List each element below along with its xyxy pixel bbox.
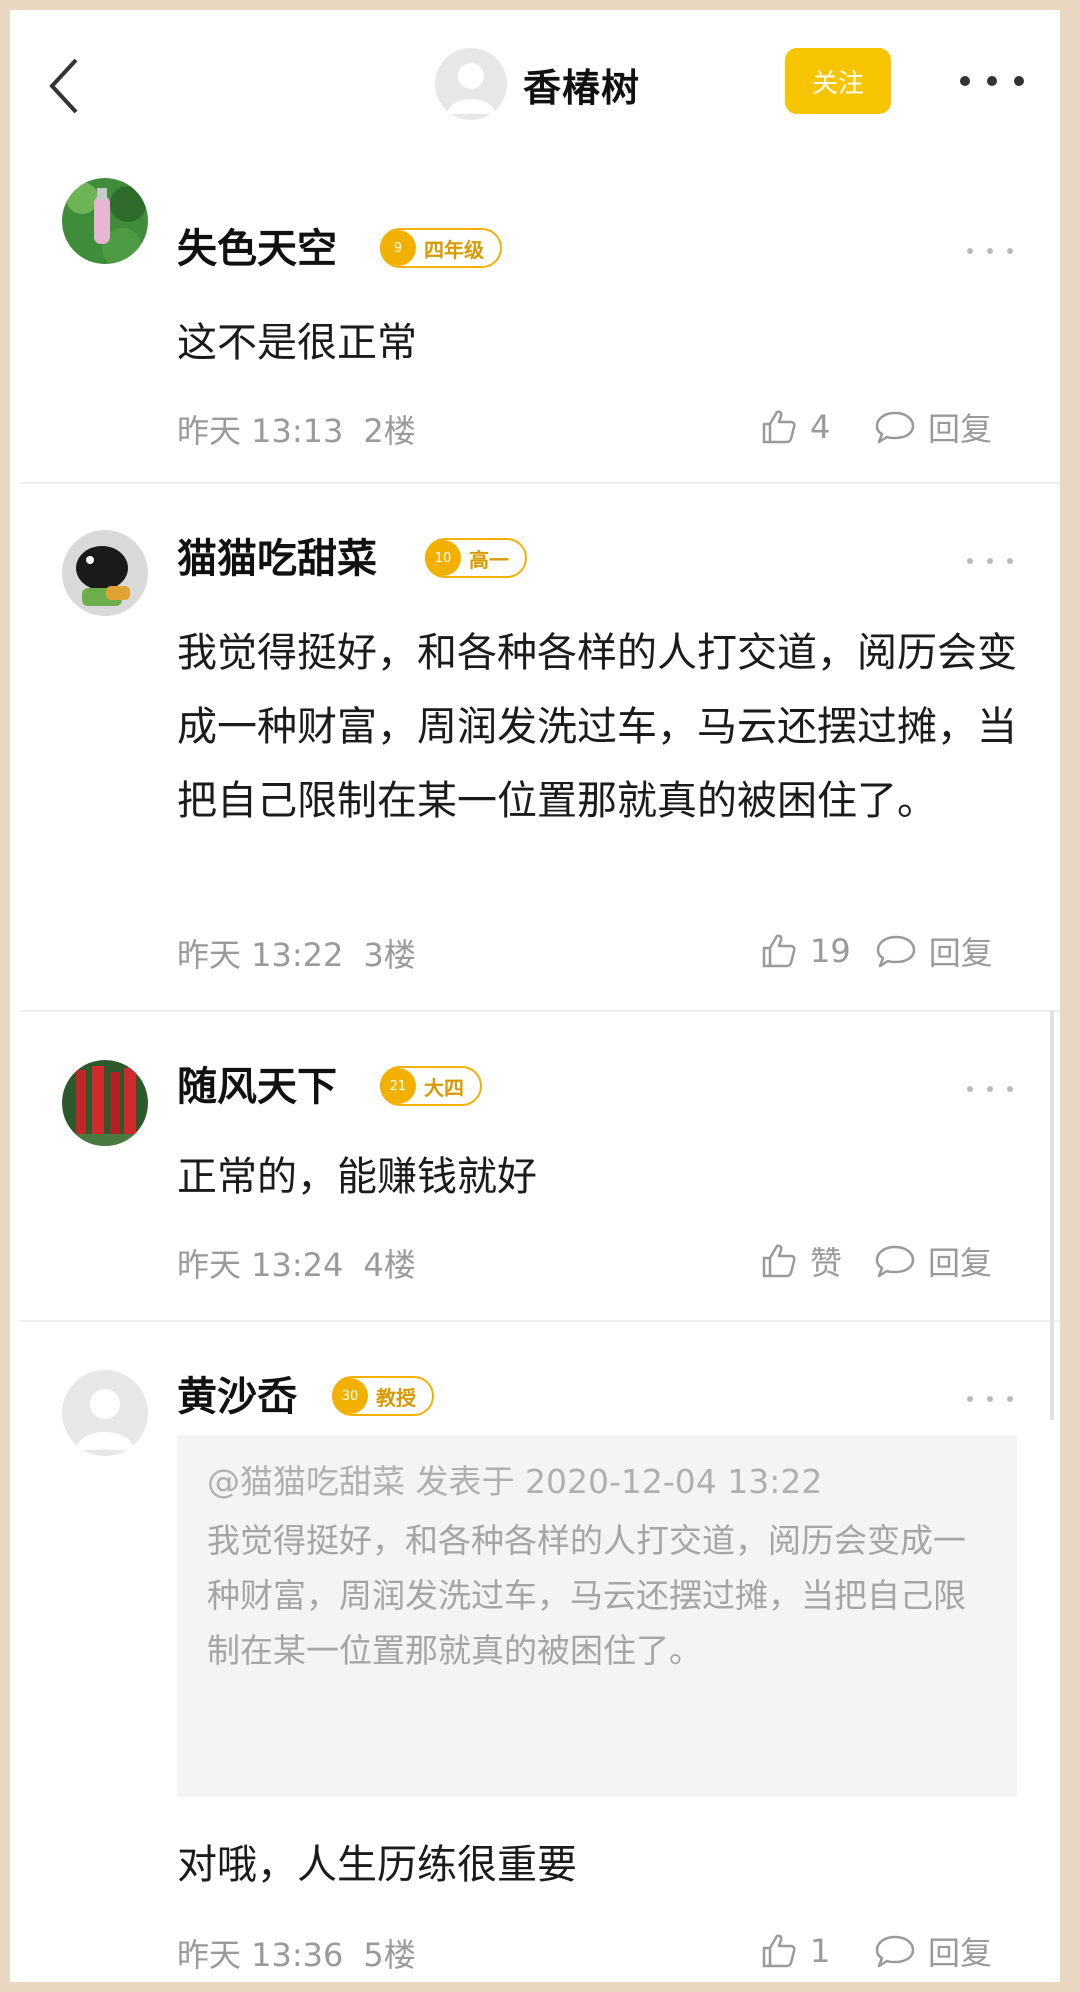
reply-label: 回复 <box>928 934 993 972</box>
commenter-name[interactable]: 黄沙岙 <box>177 1364 297 1422</box>
comment-text: 这不是很正常 <box>177 320 417 366</box>
comment-actions: 4 回复 <box>760 404 992 450</box>
follow-button[interactable]: 关注 <box>785 48 891 114</box>
divider <box>20 1010 1060 1012</box>
thumbs-up-icon <box>762 1244 796 1278</box>
reply-button[interactable]: 回复 <box>874 404 992 450</box>
level-label: 高一 <box>469 547 509 572</box>
more-icon[interactable] <box>967 248 1013 254</box>
comment-actions: 赞 回复 <box>760 1238 992 1284</box>
reply-button[interactable]: 回复 <box>874 1238 992 1284</box>
like-count: 1 <box>810 1932 831 1970</box>
more-icon[interactable] <box>967 558 1013 564</box>
comment-time: 昨天 13:36 <box>177 1936 344 1974</box>
scrollbar[interactable] <box>1050 1010 1054 1420</box>
thumbs-up-icon <box>762 1934 796 1968</box>
comment-time: 昨天 13:24 <box>177 1246 344 1284</box>
medal-icon: 9 <box>380 230 416 266</box>
level-badge: 10 高一 <box>425 538 527 578</box>
commenter-name[interactable]: 随风天下 <box>177 1054 337 1112</box>
level-badge: 9 四年级 <box>380 228 502 268</box>
level-label: 四年级 <box>424 237 484 262</box>
commenter-name[interactable]: 失色天空 <box>177 216 337 274</box>
comment-bubble-icon <box>875 1245 915 1278</box>
comment-bubble-icon <box>876 935 915 968</box>
reply-label: 回复 <box>928 1244 993 1282</box>
comment-time: 昨天 13:13 <box>177 412 344 450</box>
thumbs-up-icon <box>762 934 796 968</box>
like-count: 赞 <box>810 1244 843 1282</box>
top-bar: 香椿树 关注 <box>10 10 1060 160</box>
default-avatar-icon <box>76 1389 134 1450</box>
post-author-name: 香椿树 <box>523 65 641 110</box>
quoted-comment: @猫猫吃甜菜 发表于 2020-12-04 13:22 我觉得挺好，和各种各样的… <box>177 1435 1017 1797</box>
avatar[interactable] <box>62 178 148 264</box>
comment-meta: 昨天 13:24 4楼 <box>177 1240 416 1286</box>
reply-button[interactable]: 回复 <box>875 928 993 974</box>
more-icon[interactable] <box>967 1396 1013 1402</box>
comment-page: 香椿树 关注 失色天空 9 四年级 这不是很正常 昨天 13:13 2楼 4 回… <box>10 10 1060 1982</box>
comment-meta: 昨天 13:22 3楼 <box>177 930 416 976</box>
quote-header: @猫猫吃甜菜 发表于 2020-12-04 13:22 <box>207 1462 823 1501</box>
reply-button[interactable]: 回复 <box>874 1928 992 1974</box>
comment-bubble-icon <box>875 411 915 444</box>
like-button[interactable]: 赞 <box>760 1238 850 1284</box>
medal-icon: 30 <box>332 1378 368 1414</box>
post-author[interactable]: 香椿树 <box>435 44 640 124</box>
like-count: 19 <box>810 932 851 970</box>
comment-actions: 19 回复 <box>760 928 993 974</box>
more-icon[interactable] <box>967 1086 1013 1092</box>
avatar[interactable] <box>435 48 507 120</box>
comment-text: 正常的，能赚钱就好 <box>177 1154 537 1200</box>
level-badge: 30 教授 <box>332 1376 434 1416</box>
default-avatar-icon <box>447 63 495 114</box>
reply-label: 回复 <box>928 410 993 448</box>
comment-text: 对哦，人生历练很重要 <box>177 1842 577 1888</box>
more-icon[interactable] <box>960 66 1024 96</box>
like-button[interactable]: 1 <box>760 1932 850 1970</box>
comment-meta: 昨天 13:36 5楼 <box>177 1930 416 1976</box>
floor-number: 2楼 <box>363 412 416 450</box>
comment-bubble-icon <box>875 1935 915 1968</box>
avatar[interactable] <box>62 1370 148 1456</box>
level-label: 大四 <box>424 1075 464 1100</box>
quote-text: 我觉得挺好，和各种各样的人打交道，阅历会变成一种财富，周润发洗过车，马云还摆过摊… <box>207 1521 966 1670</box>
divider <box>20 1320 1060 1322</box>
floor-number: 5楼 <box>363 1936 416 1974</box>
medal-icon: 10 <box>425 540 461 576</box>
comment-actions: 1 回复 <box>760 1928 992 1974</box>
divider <box>20 482 1060 484</box>
avatar[interactable] <box>62 530 148 616</box>
like-button[interactable]: 4 <box>760 408 850 446</box>
like-count: 4 <box>810 408 831 446</box>
commenter-name[interactable]: 猫猫吃甜菜 <box>177 526 377 584</box>
reply-label: 回复 <box>928 1934 993 1972</box>
thumbs-up-icon <box>762 410 796 444</box>
avatar[interactable] <box>62 1060 148 1146</box>
comment-time: 昨天 13:22 <box>177 936 344 974</box>
level-badge: 21 大四 <box>380 1066 482 1106</box>
back-arrow-icon[interactable] <box>38 50 94 122</box>
floor-number: 3楼 <box>363 936 416 974</box>
medal-icon: 21 <box>380 1068 416 1104</box>
floor-number: 4楼 <box>363 1246 416 1284</box>
level-label: 教授 <box>376 1385 416 1410</box>
comment-text: 我觉得挺好，和各种各样的人打交道，阅历会变成一种财富，周润发洗过车，马云还摆过摊… <box>177 630 1017 824</box>
comment-meta: 昨天 13:13 2楼 <box>177 406 416 452</box>
like-button[interactable]: 19 <box>760 932 851 970</box>
